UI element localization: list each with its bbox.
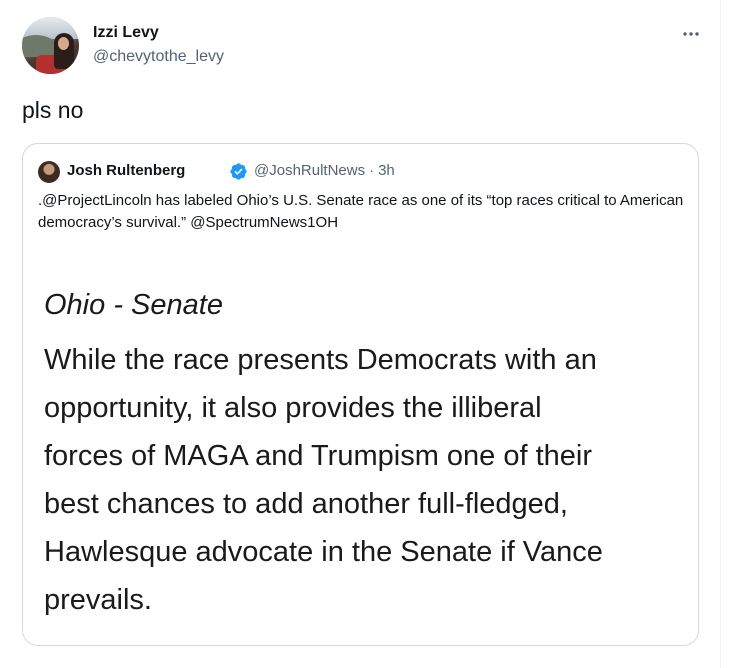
quoted-meta: @JoshRultNews · 3h <box>254 162 395 179</box>
image-line: opportunity, it also provides the illibe… <box>44 392 542 424</box>
author-display-name[interactable]: Izzi Levy <box>93 24 159 42</box>
quoted-tweet[interactable]: Josh Rultenberg @JoshRultNews · 3h .@Proje… <box>22 143 699 646</box>
avatar-hill <box>22 35 56 57</box>
avatar[interactable] <box>22 17 79 74</box>
image-line: forces of MAGA and Trumpism one of their <box>44 440 593 472</box>
verified-badge-icon <box>230 163 247 180</box>
meta-separator: · <box>369 162 375 179</box>
image-line: Hawlesque advocate in the Senate if Vanc… <box>44 536 603 568</box>
image-line: prevails. <box>44 584 152 616</box>
quoted-image[interactable]: Ohio - Senate While the race presents De… <box>23 256 698 645</box>
quoted-display-name[interactable]: Josh Rultenberg <box>67 162 185 179</box>
tweet: Izzi Levy @chevytothe_levy pls no Josh R… <box>0 0 732 668</box>
tweet-text: pls no <box>22 97 84 123</box>
scrollbar-track[interactable] <box>720 0 721 668</box>
quoted-text: .@ProjectLincoln has labeled Ohio’s U.S.… <box>38 192 684 231</box>
more-horizontal-icon[interactable] <box>681 26 701 40</box>
image-line: While the race presents Democrats with a… <box>44 344 597 376</box>
quoted-timestamp[interactable]: 3h <box>378 162 395 179</box>
image-line: best chances to add another full-fledged… <box>44 488 568 520</box>
image-title: Ohio - Senate <box>44 289 223 321</box>
author-handle[interactable]: @chevytothe_levy <box>93 48 224 66</box>
avatar-face <box>58 37 69 50</box>
quoted-avatar[interactable] <box>38 161 60 183</box>
image-body: While the race presents Democrats with a… <box>44 336 694 624</box>
quoted-handle[interactable]: @JoshRultNews <box>254 162 365 179</box>
